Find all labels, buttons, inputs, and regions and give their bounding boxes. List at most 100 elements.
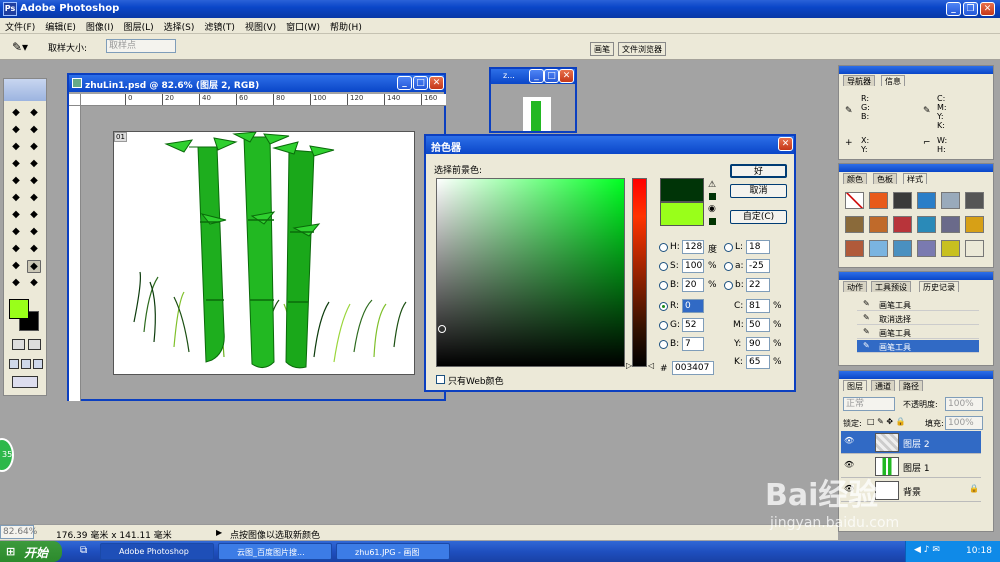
- crop-tool-icon[interactable]: ◆: [9, 141, 23, 154]
- slice-tool-icon[interactable]: ◆: [27, 141, 41, 154]
- sample-size-select[interactable]: 取样点: [106, 39, 176, 53]
- style-swatch[interactable]: [845, 192, 864, 209]
- b-radio[interactable]: [659, 281, 668, 290]
- gamut-warning-icon[interactable]: ⚠: [708, 180, 716, 190]
- style-swatch[interactable]: [941, 240, 960, 257]
- blur-tool-icon[interactable]: ◆: [9, 209, 23, 222]
- opacity-field[interactable]: 100%: [945, 397, 983, 411]
- h-radio[interactable]: [659, 243, 668, 252]
- small-doc-minimize-button[interactable]: _: [529, 69, 544, 83]
- minimize-button[interactable]: _: [946, 2, 961, 16]
- layers-panel-header[interactable]: [839, 371, 993, 379]
- l-radio[interactable]: [724, 243, 733, 252]
- tab-actions[interactable]: 动作: [843, 281, 867, 292]
- pen-tool-icon[interactable]: ◆: [9, 243, 23, 256]
- healing-tool-icon[interactable]: ◆: [9, 158, 23, 171]
- style-swatch[interactable]: [941, 216, 960, 233]
- navigator-panel-header[interactable]: [839, 66, 993, 74]
- zoom-tool-icon[interactable]: ◆: [27, 277, 41, 290]
- doc-maximize-button[interactable]: □: [413, 76, 428, 90]
- document-title-bar[interactable]: zhuLin1.psd @ 82.6% (图层 2, RGB) _ □ ✕: [69, 75, 444, 92]
- h-field[interactable]: 128: [682, 240, 704, 254]
- style-swatch[interactable]: [893, 240, 912, 257]
- web-only-checkbox[interactable]: [436, 375, 445, 384]
- task-photoshop[interactable]: Adobe Photoshop: [100, 543, 214, 560]
- path-select-tool-icon[interactable]: ◆: [9, 226, 23, 239]
- eraser-tool-icon[interactable]: ◆: [9, 192, 23, 205]
- style-swatch[interactable]: [869, 192, 888, 209]
- color-picker-close-button[interactable]: ✕: [778, 137, 793, 151]
- menu-item-4[interactable]: 选择(S): [159, 18, 200, 33]
- history-brush-tool-icon[interactable]: ◆: [27, 175, 41, 188]
- visibility-eye-icon[interactable]: 👁: [844, 436, 854, 445]
- style-swatch[interactable]: [869, 240, 888, 257]
- small-doc-close-button[interactable]: ✕: [559, 69, 574, 83]
- shape-tool-icon[interactable]: ◆: [27, 243, 41, 256]
- menu-item-1[interactable]: 编辑(E): [40, 18, 81, 33]
- tab-swatches[interactable]: 色板: [873, 173, 897, 184]
- style-swatch[interactable]: [893, 216, 912, 233]
- magic-wand-tool-icon[interactable]: ◆: [27, 124, 41, 137]
- hue-slider[interactable]: [632, 178, 647, 367]
- fill-field[interactable]: 100%: [945, 416, 983, 430]
- visibility-eye-icon[interactable]: 👁: [844, 460, 854, 469]
- task-paint[interactable]: zhu61.JPG - 画图: [336, 543, 450, 560]
- color-picker-title-bar[interactable]: 拾色器 ✕: [426, 136, 794, 154]
- standard-mode-icon[interactable]: [12, 339, 25, 350]
- start-button[interactable]: ⊞ 开始: [0, 541, 62, 562]
- tab-file-browser[interactable]: 文件浏览器: [618, 42, 666, 56]
- l-field[interactable]: 18: [746, 240, 770, 254]
- color-field[interactable]: [436, 178, 625, 367]
- menu-item-3[interactable]: 图层(L): [119, 18, 159, 33]
- ruler-origin[interactable]: [69, 94, 81, 106]
- green-circle-icon[interactable]: 35: [0, 438, 14, 472]
- menu-item-0[interactable]: 文件(F): [0, 18, 40, 33]
- ok-button[interactable]: 好: [730, 164, 787, 178]
- lock-icons[interactable]: □ ✎ ✥ 🔒: [867, 417, 906, 426]
- menu-item-8[interactable]: 帮助(H): [325, 18, 367, 33]
- tab-channels[interactable]: 通道: [871, 380, 895, 391]
- history-item[interactable]: ✎ 画笔工具: [857, 326, 979, 339]
- zoom-field[interactable]: 82.64%: [0, 525, 37, 539]
- tab-tool-presets[interactable]: 工具预设: [871, 281, 911, 292]
- hue-slider-right-arrow-icon[interactable]: ◁: [648, 361, 654, 370]
- k-field[interactable]: 65: [746, 355, 770, 369]
- menu-item-6[interactable]: 视图(V): [240, 18, 281, 33]
- dodge-tool-icon[interactable]: ◆: [27, 209, 41, 222]
- doc-close-button[interactable]: ✕: [429, 76, 444, 90]
- history-item[interactable]: ✎ 画笔工具: [857, 298, 979, 311]
- brush-tool-icon[interactable]: ◆: [27, 158, 41, 171]
- blue-field[interactable]: 7: [682, 337, 704, 351]
- style-swatch[interactable]: [941, 192, 960, 209]
- r-radio[interactable]: [659, 302, 668, 311]
- small-doc-maximize-button[interactable]: □: [544, 69, 559, 83]
- notes-tool-icon[interactable]: ◆: [9, 260, 23, 273]
- style-swatch[interactable]: [869, 216, 888, 233]
- style-swatch[interactable]: [893, 192, 912, 209]
- small-document-title-bar[interactable]: z... _ □ ✕: [491, 69, 575, 84]
- hex-field[interactable]: 003407: [672, 361, 714, 375]
- lab-b-radio[interactable]: [724, 281, 733, 290]
- m-field[interactable]: 50: [746, 318, 770, 332]
- style-swatch[interactable]: [965, 216, 984, 233]
- a-radio[interactable]: [724, 262, 733, 271]
- a-field[interactable]: -25: [746, 259, 770, 273]
- lasso-tool-icon[interactable]: ◆: [9, 124, 23, 137]
- menu-item-7[interactable]: 窗口(W): [281, 18, 325, 33]
- style-swatch[interactable]: [965, 240, 984, 257]
- eyedropper-tool-icon[interactable]: ◆: [27, 260, 41, 273]
- close-button[interactable]: ✕: [980, 2, 995, 16]
- image-canvas[interactable]: 01: [113, 131, 415, 375]
- tab-info[interactable]: 信息: [881, 75, 905, 86]
- web-safe-warning-icon[interactable]: ◉: [708, 204, 716, 214]
- tab-navigator[interactable]: 导航器: [843, 75, 875, 86]
- gradient-tool-icon[interactable]: ◆: [27, 192, 41, 205]
- style-swatch[interactable]: [917, 240, 936, 257]
- g-field[interactable]: 52: [682, 318, 704, 332]
- marquee-tool-icon[interactable]: ◆: [9, 107, 23, 120]
- quick-launch-icon[interactable]: ⧉: [80, 545, 87, 556]
- menu-item-5[interactable]: 滤镜(T): [199, 18, 240, 33]
- history-panel-header[interactable]: [839, 272, 993, 280]
- tab-layers[interactable]: 图层: [843, 380, 867, 391]
- color-field-cursor[interactable]: [438, 325, 446, 333]
